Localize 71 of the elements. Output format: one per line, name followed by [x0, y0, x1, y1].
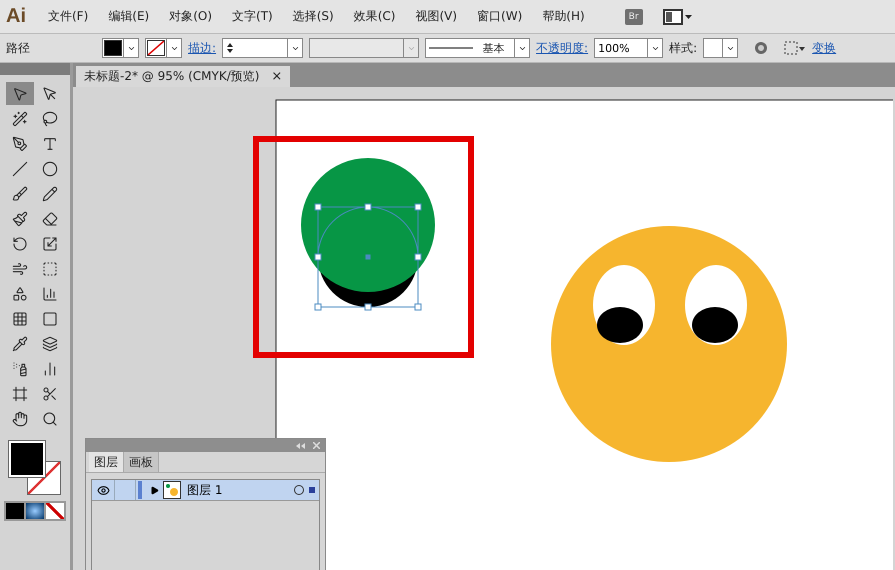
- bar-chart-icon: [42, 360, 58, 376]
- scissors-icon: [42, 386, 58, 402]
- tool-button[interactable]: [6, 82, 34, 105]
- fill-color-dropdown[interactable]: [102, 38, 139, 58]
- menu-item[interactable]: 视图(V): [407, 8, 466, 25]
- pencil-icon: [42, 186, 58, 202]
- brush-icon: [12, 186, 28, 202]
- app-logo: Ai: [6, 5, 26, 28]
- search-icon: [42, 410, 58, 426]
- eye-icon[interactable]: [96, 484, 110, 496]
- wind-icon: [12, 260, 28, 276]
- solid-line-icon: [429, 46, 474, 50]
- expand-triangle-icon[interactable]: [150, 486, 159, 494]
- bar-chart-icon: [42, 286, 58, 302]
- variable-width-dropdown[interactable]: [309, 38, 420, 58]
- close-tab-button[interactable]: ×: [271, 69, 282, 84]
- dotted-square-icon[interactable]: [784, 41, 806, 55]
- square-icon: [42, 310, 58, 326]
- none-mode-button[interactable]: [46, 503, 64, 519]
- style-label: 样式:: [669, 40, 698, 56]
- transform-link[interactable]: 变换: [812, 40, 836, 56]
- selection-bounding-box[interactable]: [314, 204, 422, 310]
- layer-row[interactable]: 图层 1: [92, 480, 319, 501]
- eraser-icon: [42, 210, 58, 226]
- target-circle-icon[interactable]: [293, 484, 305, 496]
- hollow-arrow-icon: [42, 86, 58, 102]
- grid-icon: [12, 310, 28, 326]
- panel-tab[interactable]: 画板: [124, 452, 159, 472]
- stroke-weight-field[interactable]: [222, 38, 304, 58]
- lasso-icon: [42, 110, 58, 126]
- pen-nib-icon: [12, 136, 28, 152]
- layout-icon[interactable]: [662, 8, 693, 24]
- menu-item[interactable]: 帮助(H): [534, 8, 593, 25]
- stroke-style-dropdown[interactable]: 基本: [425, 38, 530, 58]
- menu-item[interactable]: 选择(S): [284, 8, 342, 25]
- opacity-link[interactable]: 不透明度:: [536, 40, 588, 56]
- globe-icon[interactable]: [754, 41, 768, 55]
- frame-icon: [12, 386, 28, 402]
- shapes-icon: [12, 286, 28, 302]
- menu-item[interactable]: 文字(T): [224, 8, 281, 25]
- ellipse-icon: [42, 160, 58, 176]
- letter-t-icon: [42, 136, 58, 152]
- menu-item[interactable]: 效果(C): [346, 8, 404, 25]
- menu-item[interactable]: 文件(F): [40, 8, 96, 25]
- document-tab[interactable]: 未标题-2* @ 95% (CMYK/预览) ×: [76, 66, 290, 87]
- rotate-icon: [12, 236, 28, 252]
- scale-icon: [42, 236, 58, 252]
- no-color-icon: [148, 41, 164, 55]
- stroke-link[interactable]: 描边:: [188, 40, 216, 56]
- gradient-mode-button[interactable]: [26, 503, 44, 519]
- object-type-label: 路径: [6, 40, 31, 56]
- opacity-field[interactable]: 100%: [594, 38, 664, 58]
- line-icon: [12, 160, 28, 176]
- layer-name: 图层 1: [186, 482, 224, 498]
- stroke-color-dropdown[interactable]: [145, 38, 182, 58]
- layers-icon: [42, 336, 58, 352]
- color-mode-button[interactable]: [6, 503, 24, 519]
- menu-item[interactable]: 编辑(E): [100, 8, 158, 25]
- dashed-box-icon: [42, 260, 58, 276]
- arrow-icon: [12, 86, 28, 102]
- menu-item[interactable]: 对象(O): [161, 8, 220, 25]
- menu-item[interactable]: 窗口(W): [469, 8, 530, 25]
- toolbox-header: [0, 63, 70, 75]
- layer-thumbnail: [163, 481, 181, 499]
- hand-icon: [12, 410, 28, 426]
- panel-tab[interactable]: 图层: [89, 452, 124, 472]
- spinner-arrows-icon[interactable]: [226, 42, 234, 54]
- eyedropper-icon: [12, 336, 28, 352]
- bridge-button[interactable]: Br: [624, 8, 643, 24]
- paintbrush-icon: [12, 210, 28, 226]
- wand-icon: [12, 110, 28, 126]
